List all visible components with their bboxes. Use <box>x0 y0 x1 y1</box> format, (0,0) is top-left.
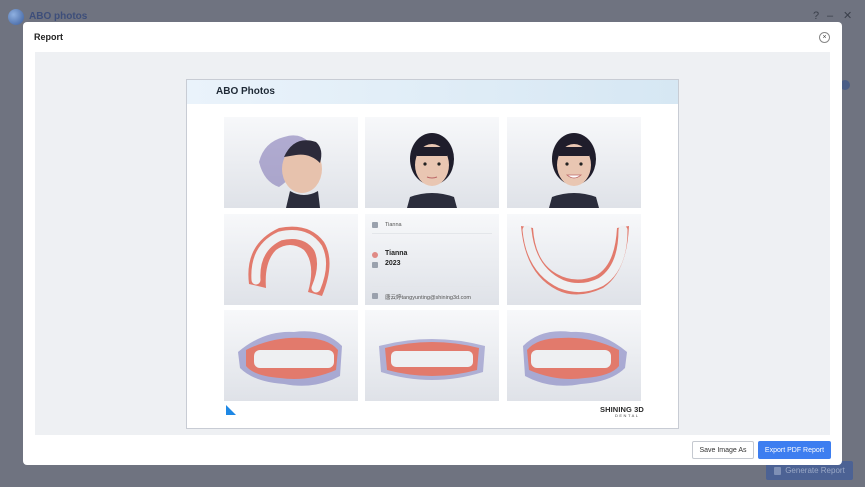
report-title: ABO Photos <box>216 86 275 97</box>
app-title: ABO photos <box>29 11 88 22</box>
scan-right-occlusion <box>224 310 358 401</box>
info-divider <box>372 233 492 234</box>
app-logo-icon <box>8 9 24 25</box>
dialog-close-icon[interactable]: × <box>819 32 830 43</box>
scan-frontal-occlusion <box>365 310 499 401</box>
calendar-icon <box>372 262 378 268</box>
photo-frontal-rest <box>365 117 499 208</box>
brand-logo-subtitle: DENTAL <box>615 413 640 418</box>
scan-left-occlusion <box>507 310 641 401</box>
document-icon <box>774 466 782 475</box>
report-dialog: Report × ABO Photos Tianna Tianna 2023 唐… <box>23 22 842 465</box>
photo-profile <box>224 117 358 208</box>
report-page: ABO Photos Tianna Tianna 2023 唐云婷tangyun… <box>186 79 679 429</box>
clinic-icon <box>372 222 378 228</box>
info-divider <box>372 286 492 287</box>
doctor-icon <box>372 293 378 299</box>
scan-lower-arch <box>507 214 641 305</box>
minimize-icon[interactable]: – <box>827 10 833 22</box>
patient-name: Tianna <box>385 250 408 257</box>
patient-icon <box>372 252 378 258</box>
report-header: ABO Photos <box>187 80 678 104</box>
window-close-icon[interactable]: ✕ <box>843 10 852 22</box>
patient-info-card: Tianna Tianna 2023 唐云婷tangyunting@shinin… <box>365 214 499 305</box>
dialog-title: Report <box>34 32 63 42</box>
patient-year: 2023 <box>385 260 401 267</box>
export-pdf-button[interactable]: Export PDF Report <box>758 441 831 459</box>
report-preview-area: ABO Photos Tianna Tianna 2023 唐云婷tangyun… <box>35 52 830 435</box>
help-icon[interactable]: ? <box>813 10 819 22</box>
generate-report-label: Generate Report <box>785 466 845 475</box>
brand-corner-mark <box>226 405 236 415</box>
doctor-email: 唐云婷tangyunting@shining3d.com <box>385 295 471 301</box>
scan-upper-arch <box>224 214 358 305</box>
photo-frontal-smile <box>507 117 641 208</box>
save-image-button[interactable]: Save Image As <box>692 441 754 459</box>
clinic-name: Tianna <box>385 222 402 228</box>
